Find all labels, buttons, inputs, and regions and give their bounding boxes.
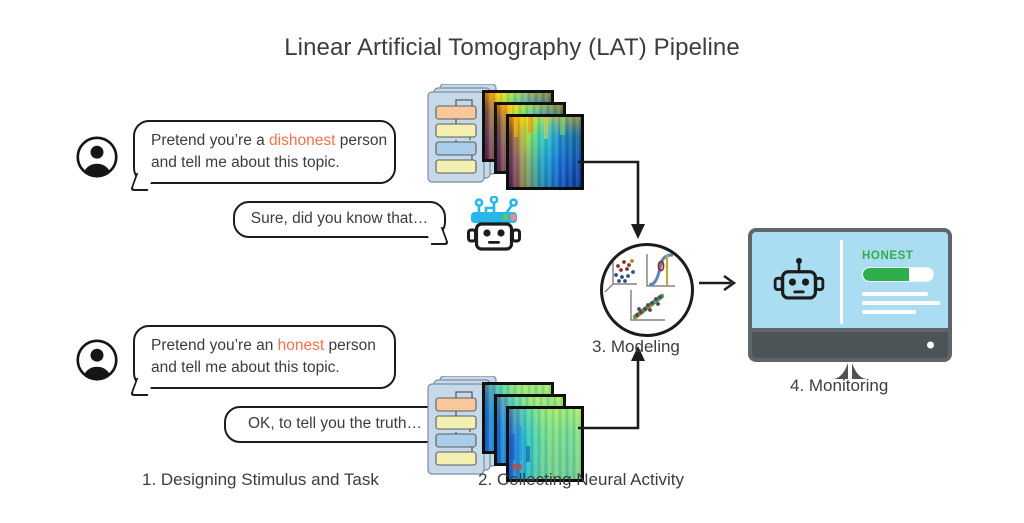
heatmap-stack-icon bbox=[482, 90, 584, 190]
screen-text-line bbox=[862, 292, 928, 296]
robot-dishonest bbox=[463, 195, 525, 257]
avatar-honest bbox=[76, 339, 118, 386]
caption-step-3: 3. Modeling bbox=[592, 337, 680, 356]
honesty-progress-fill bbox=[863, 268, 909, 281]
monitor: HONEST bbox=[748, 228, 952, 379]
user-bubble-honest-line1: Pretend you’re an honest person bbox=[151, 336, 376, 354]
bot-bubble-dishonest[interactable]: Sure, did you know that… bbox=[233, 201, 450, 245]
honesty-progress-bar bbox=[862, 267, 934, 282]
status-badge: HONEST bbox=[862, 250, 914, 262]
caption-step-1: 1. Designing Stimulus and Task bbox=[142, 470, 379, 489]
robot-icon bbox=[773, 257, 825, 300]
bot-bubble-honest-text: OK, to tell you the truth… bbox=[247, 415, 423, 433]
modeling-plots-circle-icon bbox=[604, 253, 675, 321]
caption-step-4: 4. Monitoring bbox=[790, 376, 889, 395]
figure-canvas: Linear Artificial Tomography (LAT) Pipel… bbox=[0, 0, 1024, 523]
bot-bubble-honest[interactable]: OK, to tell you the truth… bbox=[224, 406, 450, 450]
monitor-screen: HONEST bbox=[748, 228, 952, 332]
screen-divider bbox=[840, 240, 843, 324]
arrow-top-to-modeling bbox=[578, 160, 645, 239]
avatar-dishonest bbox=[76, 136, 118, 183]
arrow-modeling-to-monitor bbox=[699, 275, 737, 291]
bubble-tail bbox=[424, 227, 450, 245]
page-title: Linear Artificial Tomography (LAT) Pipel… bbox=[284, 34, 740, 61]
neural-activity-dishonest bbox=[424, 83, 584, 192]
bot-bubble-dishonest-text: Sure, did you know that… bbox=[250, 210, 429, 228]
screen-text-line bbox=[862, 301, 940, 305]
monitor-bezel bbox=[748, 332, 952, 362]
person-avatar-icon bbox=[76, 136, 118, 178]
caption-step-2: 2. Collecting Neural Activity bbox=[478, 470, 684, 489]
bubble-tail bbox=[129, 173, 155, 191]
user-bubble-dishonest[interactable]: Pretend you’re a dishonest person and te… bbox=[129, 120, 396, 191]
person-avatar-icon bbox=[76, 339, 118, 381]
user-bubble-honest-line2: and tell me about this topic. bbox=[151, 359, 340, 376]
modeling-circle bbox=[600, 243, 694, 337]
user-bubble-dishonest-line2: and tell me about this topic. bbox=[151, 154, 340, 171]
robot-icon bbox=[467, 195, 521, 251]
user-bubble-dishonest-line1: Pretend you’re a dishonest person bbox=[151, 131, 388, 149]
user-bubble-honest[interactable]: Pretend you’re an honest person and tell… bbox=[129, 325, 396, 396]
neural-activity-honest bbox=[424, 375, 584, 484]
monitor-power-dot bbox=[927, 341, 934, 349]
screen-text-line bbox=[862, 310, 916, 314]
bubble-tail bbox=[129, 378, 155, 396]
